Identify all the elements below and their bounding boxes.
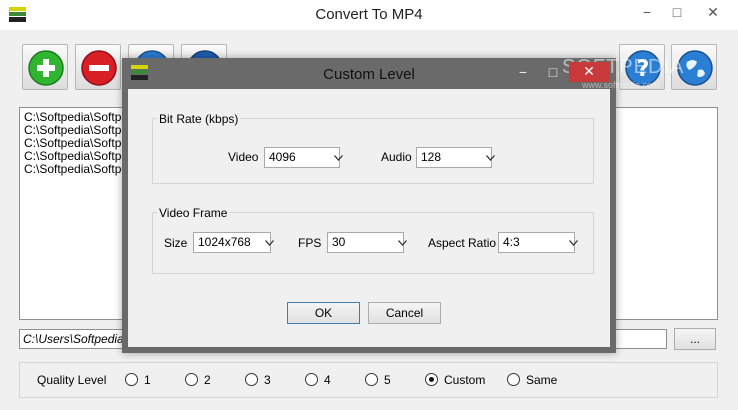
quality-radio-same[interactable] xyxy=(507,373,520,386)
quality-radio-2[interactable] xyxy=(185,373,198,386)
remove-button[interactable] xyxy=(75,44,121,90)
audio-bitrate-label: Audio xyxy=(381,150,412,164)
frame-size-value: 1024x768 xyxy=(198,235,251,249)
custom-level-dialog: Custom Level SOFTPEDIA www.softpedia.com… xyxy=(122,56,683,353)
video-bitrate-value: 4096 xyxy=(269,150,296,164)
quality-radio-1[interactable] xyxy=(125,373,138,386)
window-title: Convert To MP4 xyxy=(315,6,423,23)
ok-button[interactable]: OK xyxy=(287,302,360,324)
cancel-button[interactable]: Cancel xyxy=(368,302,441,324)
bitrate-group-label: Bit Rate (kbps) xyxy=(157,112,241,126)
dialog-close-button[interactable]: ✕ xyxy=(569,62,609,82)
audio-bitrate-select[interactable]: 128 xyxy=(416,147,495,168)
dialog-body: Bit Rate (kbps) Video 4096 Audio 128 Vid… xyxy=(128,89,610,347)
fps-select[interactable]: 30 xyxy=(327,232,407,253)
quality-option-label: Same xyxy=(526,373,558,387)
quality-option-label: 5 xyxy=(384,373,391,387)
quality-radio-3[interactable] xyxy=(245,373,258,386)
quality-radio-5[interactable] xyxy=(365,373,378,386)
bitrate-group xyxy=(152,118,594,184)
quality-radio-4[interactable] xyxy=(305,373,318,386)
plus-icon xyxy=(28,50,64,86)
maximize-button[interactable]: □ xyxy=(663,0,691,26)
quality-option-label: Custom xyxy=(444,373,486,387)
dialog-maximize-button[interactable]: □ xyxy=(540,62,566,84)
quality-option-label: 3 xyxy=(264,373,271,387)
dialog-minimize-button[interactable]: − xyxy=(510,62,536,84)
fps-label: FPS xyxy=(298,236,322,250)
fps-value: 30 xyxy=(332,235,346,249)
frame-size-select[interactable]: 1024x768 xyxy=(193,232,274,253)
minus-icon xyxy=(81,50,117,86)
add-button[interactable] xyxy=(22,44,68,90)
aspect-ratio-select[interactable]: 4:3 xyxy=(498,232,578,253)
quality-option-label: 4 xyxy=(324,373,331,387)
video-bitrate-select[interactable]: 4096 xyxy=(264,147,343,168)
aspect-ratio-value: 4:3 xyxy=(503,235,520,249)
frame-size-label: Size xyxy=(164,236,188,250)
video-frame-group-label: Video Frame xyxy=(157,206,230,220)
minimize-button[interactable]: − xyxy=(633,0,661,26)
quality-level-label: Quality Level xyxy=(37,373,107,387)
quality-option-label: 1 xyxy=(144,373,151,387)
browse-button[interactable]: ... xyxy=(674,328,716,350)
quality-radio-custom[interactable] xyxy=(425,373,438,386)
audio-bitrate-value: 128 xyxy=(421,150,442,164)
list-item[interactable]: C:\Softpedia\Softpe xyxy=(24,163,128,176)
aspect-ratio-label: Aspect Ratio xyxy=(428,236,497,250)
close-button[interactable]: ✕ xyxy=(693,0,733,26)
quality-option-label: 2 xyxy=(204,373,211,387)
video-bitrate-label: Video xyxy=(228,150,259,164)
